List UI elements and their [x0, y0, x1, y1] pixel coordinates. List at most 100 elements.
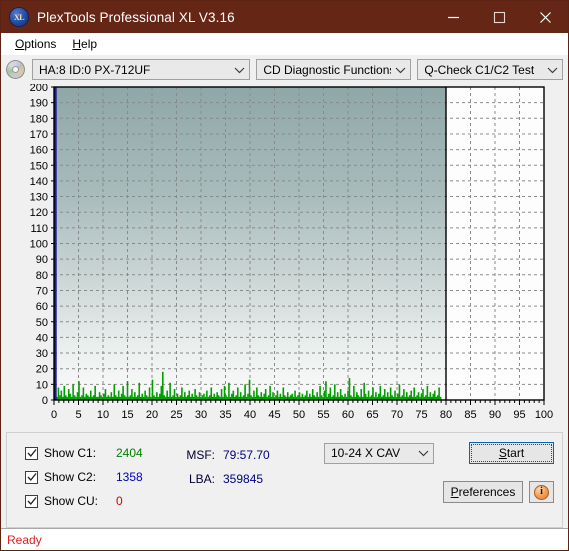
svg-text:180: 180 [30, 113, 48, 125]
show-cu-label: Show CU: [44, 494, 99, 508]
svg-text:15: 15 [121, 409, 133, 421]
menu-item-options-label: ptions [24, 37, 57, 51]
svg-text:40: 40 [244, 409, 256, 421]
show-c2-checkbox[interactable] [25, 470, 38, 484]
chevron-down-icon [543, 66, 562, 74]
svg-text:0: 0 [42, 395, 48, 407]
msf-row: MSF: 79:57.70 [175, 443, 270, 467]
speed-select[interactable]: 10-24 X CAV [324, 442, 434, 464]
status-bar: Ready [1, 528, 568, 550]
xl-disc-icon: XL [10, 8, 28, 26]
position-readout: MSF: 79:57.70 LBA: 359845 [175, 443, 270, 491]
svg-text:80: 80 [440, 409, 452, 421]
svg-text:20: 20 [146, 409, 158, 421]
function-select-value: CD Diagnostic Functions [263, 62, 392, 77]
close-icon[interactable] [522, 1, 568, 33]
show-c2-label: Show C2: [44, 470, 97, 484]
svg-text:60: 60 [342, 409, 354, 421]
svg-text:45: 45 [268, 409, 280, 421]
maximize-icon[interactable] [476, 1, 522, 33]
svg-text:95: 95 [513, 409, 525, 421]
speed-and-start-row: 10-24 X CAV Start [324, 442, 554, 464]
svg-text:60: 60 [36, 301, 48, 313]
svg-text:100: 100 [535, 409, 553, 421]
status-text: Ready [7, 532, 42, 547]
show-cu-row: Show CU: 0 [25, 491, 143, 511]
preferences-button-label: Preferences [450, 485, 516, 499]
c1-c2-error-chart: 0102030405060708090100110120130140150160… [30, 84, 554, 421]
start-button-label: Start [498, 446, 525, 460]
menu-accel: O [15, 37, 25, 51]
svg-text:170: 170 [30, 129, 48, 141]
function-select[interactable]: CD Diagnostic Functions [256, 59, 412, 80]
svg-text:50: 50 [36, 317, 48, 329]
info-icon: i [534, 484, 549, 500]
svg-text:200: 200 [30, 84, 48, 94]
preferences-button[interactable]: Preferences [443, 481, 523, 503]
svg-text:90: 90 [36, 254, 48, 266]
chevron-down-icon [230, 66, 249, 74]
svg-text:30: 30 [195, 409, 207, 421]
svg-text:55: 55 [317, 409, 329, 421]
show-cu-checkbox[interactable] [25, 494, 38, 508]
svg-text:5: 5 [75, 409, 81, 421]
svg-text:0: 0 [51, 409, 57, 421]
menu-item-help-label: elp [81, 37, 98, 51]
start-button[interactable]: Start [469, 442, 554, 464]
cu-count-value: 0 [116, 494, 123, 508]
chevron-down-icon [414, 449, 433, 457]
lba-row: LBA: 359845 [175, 467, 270, 491]
svg-text:160: 160 [30, 145, 48, 157]
c1-c2-chart-panel: 0 10 20 30 40 50 60 70 80 90 100 110 120 130 140 150 160… [1, 84, 568, 432]
svg-text:75: 75 [415, 409, 427, 421]
test-select-value: Q-Check C1/C2 Test [424, 62, 535, 77]
drive-select[interactable]: HA:8 ID:0 PX-712UF [32, 59, 251, 80]
application-window: XL PlexTools Professional XL V3.16 Optio… [0, 0, 569, 551]
menu-item-help[interactable]: Help [64, 35, 105, 53]
toolbar: HA:8 ID:0 PX-712UF CD Diagnostic Functio… [1, 55, 568, 84]
svg-text:110: 110 [30, 223, 48, 235]
show-toggles: Show C1: 2404 Show C2: 1358 Show CU: 0 [25, 443, 143, 515]
show-c1-row: Show C1: 2404 [25, 443, 143, 463]
secondary-buttons-row: Preferences i [324, 481, 554, 503]
msf-value: 79:57.70 [223, 448, 270, 462]
title-bar: XL PlexTools Professional XL V3.16 [1, 1, 568, 33]
msf-label: MSF: [186, 448, 215, 462]
menu-item-options[interactable]: Options [7, 35, 64, 53]
svg-text:10: 10 [36, 379, 48, 391]
window-title: PlexTools Professional XL V3.16 [37, 9, 235, 25]
svg-text:25: 25 [170, 409, 182, 421]
window-controls [430, 1, 568, 33]
svg-text:70: 70 [36, 285, 48, 297]
c1-count-value: 2404 [116, 446, 143, 460]
action-controls: 10-24 X CAV Start Preferences i [324, 442, 554, 503]
svg-text:100: 100 [30, 239, 48, 251]
drive-select-value: HA:8 ID:0 PX-712UF [39, 62, 151, 77]
chevron-down-icon [391, 66, 410, 74]
speed-select-value: 10-24 X CAV [331, 446, 401, 460]
minimize-icon[interactable] [430, 1, 476, 33]
svg-text:35: 35 [219, 409, 231, 421]
info-button[interactable]: i [529, 481, 554, 503]
svg-text:30: 30 [36, 348, 48, 360]
svg-text:85: 85 [464, 409, 476, 421]
svg-text:150: 150 [30, 160, 48, 172]
menu-bar: Options Help [1, 33, 568, 55]
svg-text:10: 10 [97, 409, 109, 421]
svg-text:65: 65 [366, 409, 378, 421]
svg-text:50: 50 [293, 409, 305, 421]
svg-text:190: 190 [30, 98, 48, 110]
show-c1-checkbox[interactable] [25, 446, 38, 460]
svg-text:140: 140 [30, 176, 48, 188]
menu-accel: H [72, 37, 82, 51]
test-select[interactable]: Q-Check C1/C2 Test [417, 59, 563, 80]
lba-label: LBA: [188, 472, 215, 486]
svg-text:70: 70 [391, 409, 403, 421]
show-c2-row: Show C2: 1358 [25, 467, 143, 487]
svg-text:80: 80 [36, 270, 48, 282]
c2-count-value: 1358 [116, 470, 143, 484]
svg-text:90: 90 [489, 409, 501, 421]
lba-value: 359845 [223, 472, 264, 486]
svg-text:120: 120 [30, 207, 48, 219]
results-panel: Show C1: 2404 Show C2: 1358 Show CU: 0 M… [6, 432, 563, 528]
